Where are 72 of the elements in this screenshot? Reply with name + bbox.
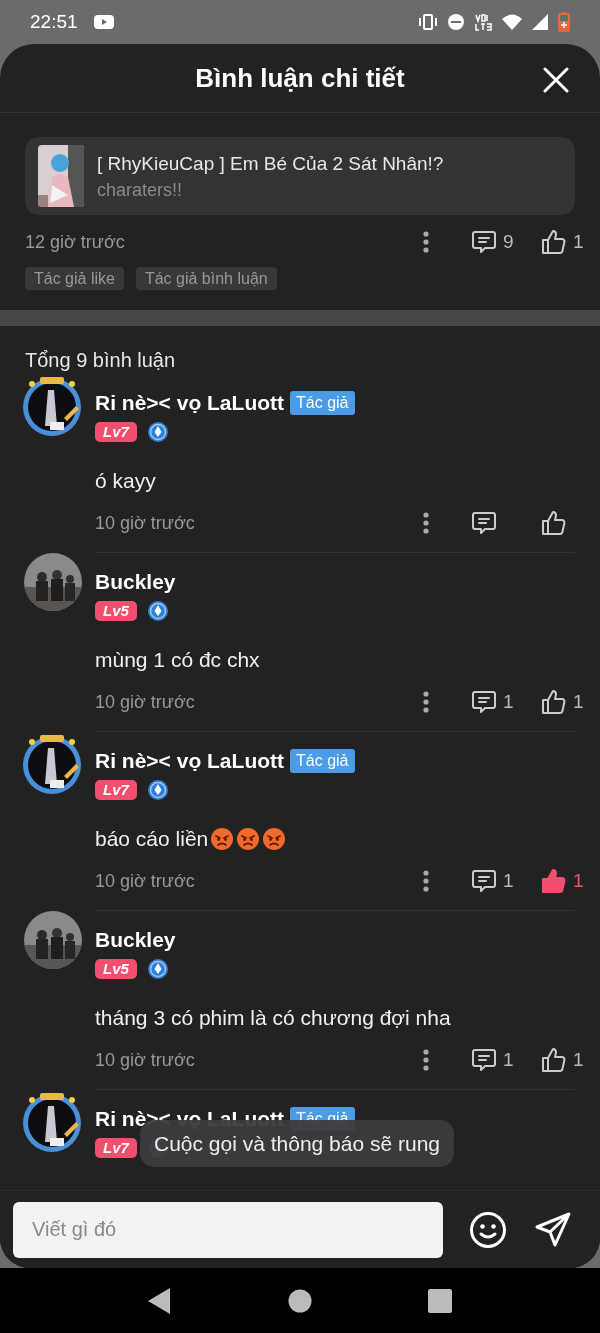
comment-time: 10 giờ trước (95, 690, 195, 714)
level-badge: Lv7 (95, 780, 137, 800)
reply-count: 1 (503, 868, 514, 893)
like-count: 1 (573, 229, 584, 254)
like-count: 1 (573, 1047, 584, 1072)
reply-count: 1 (503, 1047, 514, 1072)
level-badge: Lv7 (95, 1138, 137, 1158)
comment-text: tháng 3 có phim là có chương đợi nha (95, 1005, 451, 1032)
comment-time: 10 giờ trước (95, 511, 195, 535)
user-name[interactable]: Ri nè>< vọ LaLuott (95, 387, 285, 419)
comment-text: ó kayy (95, 468, 156, 495)
thumbs-up-icon[interactable] (541, 510, 567, 536)
close-icon[interactable] (543, 67, 569, 93)
level-badge: Lv7 (95, 422, 137, 442)
story-card[interactable]: [ RhyKieuCap ] Em Bé Của 2 Sát Nhân!? charaters!! (25, 137, 575, 215)
recents-icon[interactable] (428, 1288, 452, 1313)
sheet-title: Bình luận chi tiết (195, 61, 405, 95)
emoji-icon[interactable] (469, 1210, 507, 1249)
thumbs-up-icon[interactable] (541, 1047, 567, 1073)
comment-icon[interactable] (471, 1047, 497, 1073)
story-subtitle: charaters!! (97, 179, 184, 202)
video-icon (93, 15, 114, 29)
level-badge: Lv5 (95, 601, 137, 621)
comment-text: mùng 1 có đc chx (95, 647, 260, 674)
like-count: 1 (573, 868, 584, 893)
like-count: 1 (573, 689, 584, 714)
pen-badge-icon (146, 600, 169, 622)
comment-icon[interactable] (471, 229, 497, 255)
thumbs-up-icon[interactable] (541, 868, 567, 894)
story-title: [ RhyKieuCap ] Em Bé Của 2 Sát Nhân!? (97, 152, 444, 176)
signal-icon (532, 14, 548, 30)
user-name[interactable]: Buckley (95, 566, 176, 598)
author-badge: Tác giả (290, 391, 355, 415)
more-icon[interactable] (423, 231, 429, 253)
back-icon[interactable] (148, 1287, 172, 1314)
author-badge: Tác giả (290, 749, 355, 773)
do-not-disturb-icon (448, 14, 464, 30)
level-badge: Lv5 (95, 959, 137, 979)
comment-total: Tổng 9 bình luận (25, 349, 176, 371)
more-icon[interactable] (423, 1049, 429, 1071)
wifi-icon (502, 14, 522, 30)
angry-emoji-icon (236, 827, 261, 851)
reply-count: 1 (503, 689, 514, 714)
reply-count: 9 (503, 229, 514, 254)
user-name[interactable]: Buckley (95, 924, 176, 956)
thumbs-up-icon[interactable] (541, 229, 567, 255)
post-time: 12 giờ trước (25, 230, 125, 254)
user-name[interactable]: Ri nè>< vọ LaLuott (95, 745, 285, 777)
angry-emoji-icon (262, 827, 287, 851)
pen-badge-icon (146, 958, 169, 980)
more-icon[interactable] (423, 870, 429, 892)
comment-icon[interactable] (471, 510, 497, 536)
send-icon[interactable] (534, 1210, 572, 1249)
battery-icon (558, 12, 570, 32)
comment-icon[interactable] (471, 868, 497, 894)
more-icon[interactable] (423, 512, 429, 534)
comment-icon[interactable] (471, 689, 497, 715)
more-icon[interactable] (423, 691, 429, 713)
comment-text: báo cáo liền (95, 826, 209, 853)
tag: Tác giả bình luận (135, 267, 277, 290)
vibrate-icon (418, 14, 438, 30)
tag: Tác giả like (25, 267, 124, 290)
thumbs-up-icon[interactable] (541, 689, 567, 715)
pen-badge-icon (146, 779, 169, 801)
comment-input[interactable]: Viết gì đó (13, 1201, 443, 1258)
status-time: 22:51 (30, 9, 78, 34)
angry-emoji-icon (210, 827, 235, 851)
home-icon[interactable] (288, 1288, 312, 1313)
comment-time: 10 giờ trước (95, 1048, 195, 1072)
comment-time: 10 giờ trước (95, 869, 195, 893)
volte-icon (474, 13, 492, 31)
pen-badge-icon (146, 421, 169, 443)
